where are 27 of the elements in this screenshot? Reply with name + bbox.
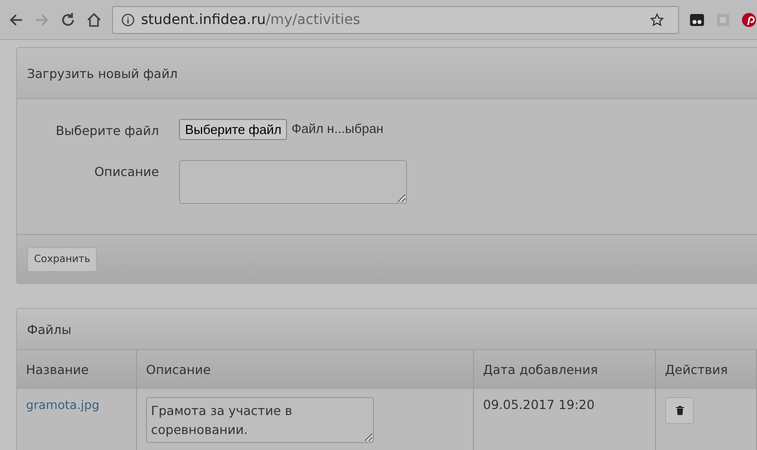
description-field[interactable] xyxy=(179,160,407,204)
info-icon[interactable] xyxy=(121,12,135,26)
column-header: Описание xyxy=(136,350,474,389)
file-link[interactable]: gramota.jpg xyxy=(26,398,100,412)
url-path: /my/activities xyxy=(266,12,360,28)
url-host: student.infidea.ru xyxy=(141,12,266,28)
column-header: Дата добавления xyxy=(474,350,656,389)
file-status: Файл н...ыбран xyxy=(291,120,384,136)
back-icon[interactable] xyxy=(8,12,24,28)
choose-file-button[interactable]: Выберите файл xyxy=(179,119,288,140)
pin-icon[interactable] xyxy=(741,12,757,28)
field-label: Описание xyxy=(93,163,160,179)
column-header: Название xyxy=(17,350,136,389)
extension-icon[interactable] xyxy=(689,12,705,28)
field-label: Выберите файл xyxy=(54,122,160,138)
date-text: 09.05.2017 19:20 xyxy=(483,397,595,412)
reload-icon[interactable] xyxy=(60,12,76,28)
panel-title: Файлы xyxy=(27,322,72,336)
home-icon[interactable] xyxy=(86,12,102,28)
star-icon[interactable] xyxy=(650,12,664,26)
address-field[interactable]: student.infidea.ru/my/activities xyxy=(112,6,679,34)
column-header: Действия xyxy=(656,350,756,389)
description-field[interactable]: Грамота за участие в соревновании. xyxy=(146,397,374,443)
panel-title: Загрузить новый файл xyxy=(27,66,178,80)
save-button[interactable]: Сохранить xyxy=(27,246,98,272)
delete-button[interactable] xyxy=(665,397,694,424)
trash-icon xyxy=(676,406,684,415)
